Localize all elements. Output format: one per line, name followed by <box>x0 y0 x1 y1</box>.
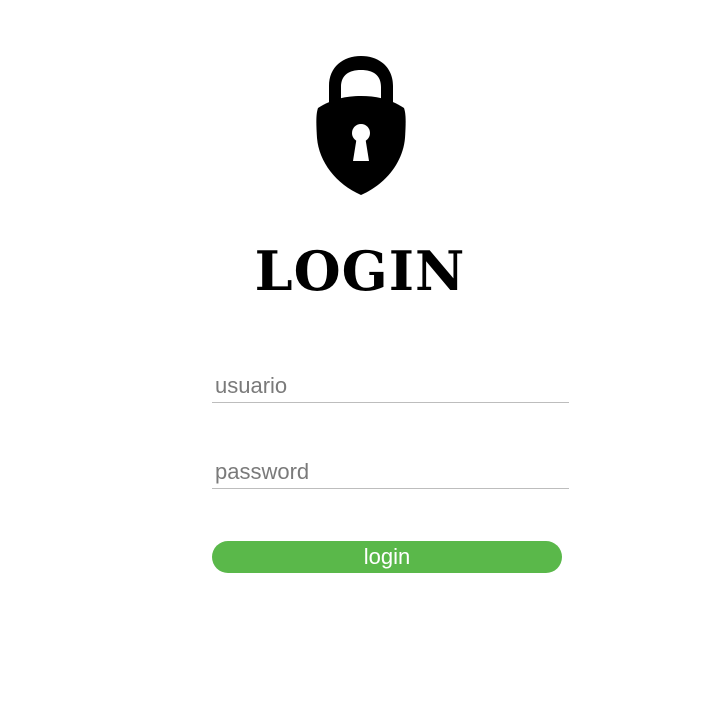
page-title: LOGIN <box>254 239 466 303</box>
login-button[interactable]: login <box>212 541 562 573</box>
password-input[interactable] <box>212 455 569 489</box>
username-input[interactable] <box>212 369 569 403</box>
lock-icon <box>316 56 406 195</box>
